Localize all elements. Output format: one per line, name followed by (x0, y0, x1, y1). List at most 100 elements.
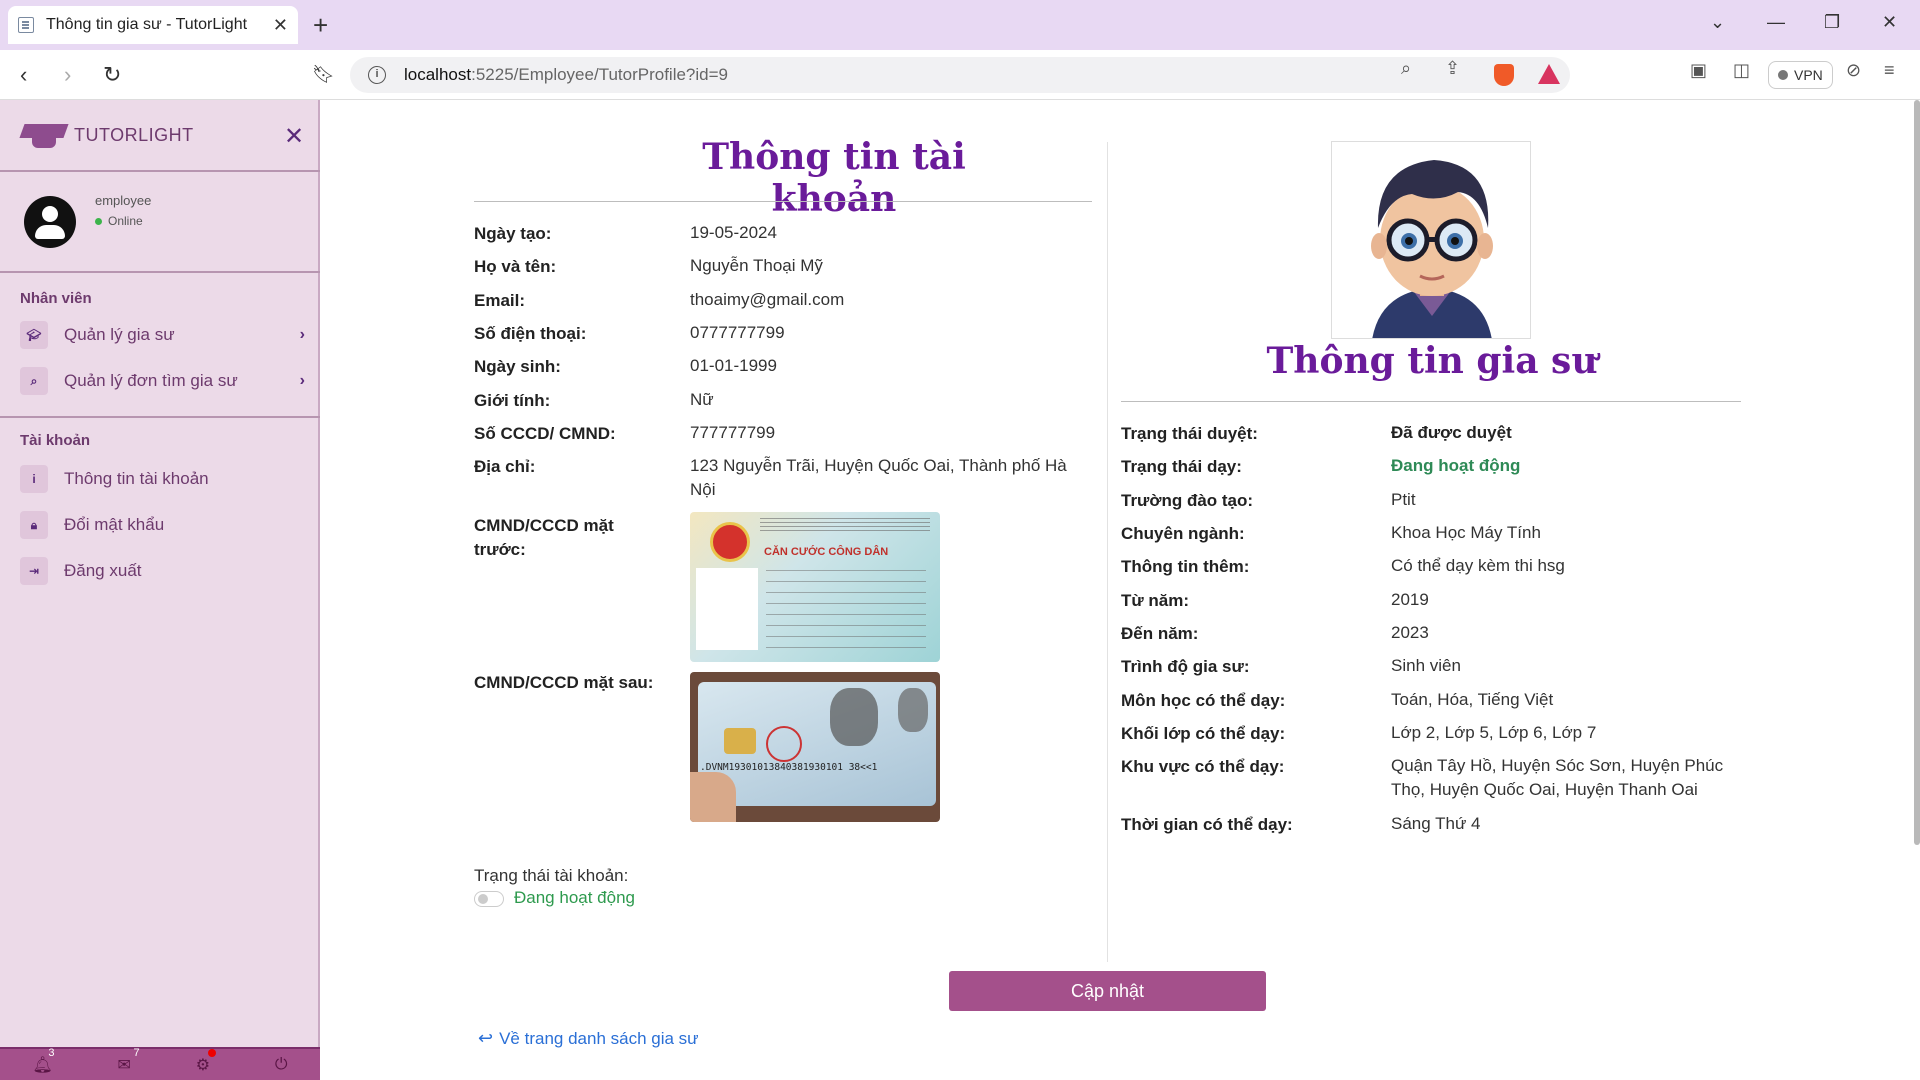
national-emblem-icon (710, 522, 750, 562)
divider (0, 416, 320, 418)
divider (0, 170, 320, 172)
field-label-approval-status: Trạng thái duyệt: (1121, 424, 1258, 443)
field-value-school: Ptit (1391, 490, 1416, 509)
vpn-label: VPN (1794, 67, 1823, 83)
browser-tabbar: Thông tin gia sư - TutorLight ✕ + ⌄ — ❐ … (0, 0, 1920, 50)
field-label-fullname: Họ và tên: (474, 257, 557, 276)
account-status-toggle[interactable] (474, 891, 504, 907)
field-value-address: 123 Nguyễn Trãi, Huyện Quốc Oai, Thành p… (690, 456, 1067, 499)
update-button[interactable]: Cập nhật (949, 971, 1266, 1011)
field-label-teaching-status: Trạng thái dạy: (1121, 457, 1242, 476)
id-back-label: CMND/CCCD mặt sau: (474, 673, 654, 692)
sidebar-item-label: Thông tin tài khoản (64, 469, 209, 488)
user-status: Online (95, 214, 143, 228)
notifications-bell-icon[interactable]: 🔔︎ 3 (32, 1047, 54, 1075)
field-label-from-year: Từ năm: (1121, 591, 1190, 610)
hand-thumb (690, 772, 736, 822)
close-tab-icon[interactable]: ✕ (273, 15, 288, 36)
reload-icon[interactable]: ↻ (103, 62, 121, 88)
account-status-label: Trạng thái tài khoản: (474, 866, 629, 885)
avatar (24, 196, 76, 248)
back-link-text: Về trang danh sách gia sư (499, 1028, 699, 1048)
scrollbar-thumb[interactable] (1914, 100, 1920, 845)
sidebar-bottom-bar: 🔔︎ 3 ✉ 7 ⚙ ⏻ (0, 1047, 320, 1080)
toggle-knob (478, 894, 488, 904)
messages-count: 7 (133, 1046, 140, 1059)
brand-logo[interactable]: TUTORLIGHT (19, 120, 194, 150)
field-label-birthdate: Ngày sinh: (474, 357, 561, 376)
sidebar-item-logout[interactable]: ⇥ Đăng xuất (20, 554, 305, 588)
field-value-teaching-status: Đang hoạt động (1391, 456, 1521, 475)
graduation-cap-icon: 🎓︎ (20, 321, 48, 349)
id-front-label: CMND/CCCD mặt trước: (474, 516, 614, 559)
divider (1121, 401, 1741, 402)
vpn-button[interactable]: VPN (1768, 61, 1833, 89)
bookmark-icon[interactable]: 🔖︎ (312, 64, 335, 85)
id-card-front-image: CĂN CƯỚC CÔNG DÂN (690, 512, 940, 662)
new-tab-icon[interactable]: + (313, 10, 328, 41)
back-to-list-link[interactable]: ↩ Về trang danh sách gia sư (478, 1028, 699, 1049)
site-info-icon[interactable]: i (368, 66, 386, 84)
scrollbar[interactable] (1914, 100, 1920, 1080)
zoom-icon[interactable]: ⌕ (1401, 58, 1411, 79)
url-path: :5225/Employee/TutorProfile?id=9 (471, 65, 728, 84)
back-icon[interactable]: ‹ (20, 62, 27, 88)
field-value-major: Khoa Học Máy Tính (1391, 523, 1541, 542)
messages-envelope-icon[interactable]: ✉ 7 (118, 1047, 140, 1075)
field-label-subjects: Môn học có thể dạy: (1121, 691, 1286, 710)
field-value-from-year: 2019 (1391, 590, 1429, 609)
field-label-id-number: Số CCCD/ CMND: (474, 424, 616, 443)
tutor-avatar-image (1331, 141, 1531, 339)
sidebar-item-manage-tutors[interactable]: 🎓︎ Quản lý gia sư › (20, 318, 305, 352)
field-value-id-number: 777777799 (690, 423, 776, 442)
field-value-approval-status: Đã được duyệt (1391, 423, 1512, 442)
menu-icon[interactable]: ≡ (1884, 60, 1895, 81)
wallet-icon[interactable]: ◫ (1733, 60, 1750, 81)
browser-tab[interactable]: Thông tin gia sư - TutorLight ✕ (8, 6, 298, 44)
address-bar[interactable]: i localhost:5225/Employee/TutorProfile?i… (350, 57, 1570, 93)
id-card-title: CĂN CƯỚC CÔNG DÂN (764, 546, 889, 558)
section-account: Tài khoản (20, 432, 91, 449)
field-label-available-time: Thời gian có thể dạy: (1121, 815, 1293, 834)
minimize-icon[interactable]: — (1767, 12, 1785, 33)
brave-shields-icon[interactable] (1494, 64, 1514, 86)
tab-title: Thông tin gia sư - TutorLight (46, 16, 248, 33)
forward-icon[interactable]: › (64, 62, 71, 88)
field-label-school: Trường đào tạo: (1121, 491, 1254, 510)
share-icon[interactable]: ⇪ (1445, 58, 1460, 79)
user-role: employee (95, 193, 152, 208)
field-value-tutor-level: Sinh viên (1391, 656, 1461, 675)
sidebar-toggle-icon[interactable]: ▣ (1690, 60, 1707, 81)
reply-arrow-icon: ↩ (478, 1028, 494, 1048)
seal-icon (766, 726, 802, 762)
url-host: localhost (404, 65, 472, 84)
leo-ai-icon[interactable]: ⊘ (1846, 60, 1861, 81)
chevron-right-icon: › (299, 326, 305, 343)
field-value-to-year: 2023 (1391, 623, 1429, 642)
field-value-extra-info: Có thể dạy kèm thi hsg (1391, 556, 1565, 575)
restore-icon[interactable]: ❐ (1824, 12, 1840, 33)
window-close-icon[interactable]: ✕ (1882, 12, 1897, 33)
tab-search-chevron-icon[interactable]: ⌄ (1710, 12, 1725, 33)
field-value-email: thoaimy@gmail.com (690, 290, 845, 309)
lock-icon: 🔒︎ (20, 511, 48, 539)
brave-rewards-icon[interactable] (1538, 64, 1560, 84)
sidebar-item-change-password[interactable]: 🔒︎ Đổi mật khẩu (20, 508, 305, 542)
sidebar-item-manage-requests[interactable]: ⌕ Quản lý đơn tìm gia sư › (20, 364, 305, 398)
brand-name: TUTORLIGHT (74, 124, 194, 145)
sidebar-item-label: Quản lý đơn tìm gia sư (64, 371, 238, 390)
sidebar-item-label: Đổi mật khẩu (64, 515, 165, 534)
power-icon[interactable]: ⏻ (275, 1056, 288, 1074)
section-staff: Nhân viên (20, 290, 92, 307)
field-label-areas: Khu vực có thể dạy: (1121, 757, 1285, 776)
url-text: localhost:5225/Employee/TutorProfile?id=… (404, 65, 728, 85)
sidebar-item-account-info[interactable]: i Thông tin tài khoản (20, 462, 305, 496)
graduation-cap-logo-icon (19, 120, 69, 150)
account-status-value: Đang hoạt động (514, 888, 635, 907)
chip-icon (724, 728, 756, 754)
sidebar-close-icon[interactable]: ✕ (284, 122, 304, 151)
field-label-address: Địa chỉ: (474, 457, 536, 476)
notifications-count: 3 (48, 1046, 55, 1059)
field-label-major: Chuyên ngành: (1121, 524, 1245, 543)
settings-gear-icon[interactable]: ⚙ (196, 1048, 217, 1075)
